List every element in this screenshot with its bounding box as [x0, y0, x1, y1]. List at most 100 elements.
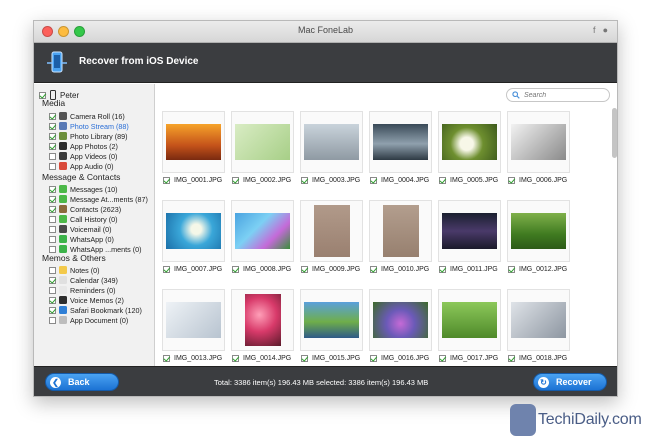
photo-thumbnail[interactable] — [369, 289, 432, 351]
item-checkbox[interactable] — [49, 152, 56, 160]
item-checkbox[interactable] — [49, 266, 56, 274]
photo-tile[interactable]: IMG_0004.JPG — [366, 111, 435, 192]
photo-checkbox[interactable] — [439, 355, 446, 362]
photo-thumbnail[interactable] — [231, 289, 294, 351]
photo-thumbnail[interactable] — [507, 289, 570, 351]
sidebar-item[interactable]: Messages (10) — [49, 184, 148, 194]
sidebar-item[interactable]: Message At...ments (87) — [49, 194, 148, 204]
photo-image — [373, 124, 428, 160]
chat-icon[interactable]: ● — [603, 25, 608, 35]
photo-checkbox[interactable] — [370, 355, 377, 362]
sidebar-item[interactable]: App Audio (0) — [49, 161, 129, 171]
photo-checkbox[interactable] — [439, 266, 446, 273]
photo-thumbnail[interactable] — [507, 200, 570, 262]
photo-tile[interactable]: IMG_0014.JPG — [228, 289, 297, 370]
recover-button[interactable]: ↻ Recover — [533, 373, 607, 391]
sidebar-item[interactable]: Calendar (349) — [49, 275, 142, 285]
vertical-scrollbar[interactable] — [612, 106, 617, 356]
photo-tile[interactable]: IMG_0011.JPG — [435, 200, 504, 281]
sidebar-item[interactable]: Notes (0) — [49, 265, 142, 275]
photo-tile[interactable]: IMG_0001.JPG — [159, 111, 228, 192]
item-checkbox[interactable] — [49, 122, 56, 130]
item-checkbox[interactable] — [49, 112, 56, 120]
photo-tile[interactable]: IMG_0003.JPG — [297, 111, 366, 192]
item-checkbox[interactable] — [49, 162, 56, 170]
item-checkbox[interactable] — [49, 316, 56, 324]
sidebar-item[interactable]: Voice Memos (2) — [49, 295, 142, 305]
photo-checkbox[interactable] — [439, 177, 446, 184]
item-checkbox[interactable] — [49, 286, 56, 294]
photo-checkbox[interactable] — [301, 355, 308, 362]
item-checkbox[interactable] — [49, 205, 56, 213]
photo-thumbnail[interactable] — [300, 200, 363, 262]
item-checkbox[interactable] — [49, 215, 56, 223]
photo-tile[interactable]: IMG_0018.JPG — [504, 289, 573, 370]
photo-thumbnail[interactable] — [162, 200, 225, 262]
photo-thumbnail[interactable] — [438, 200, 501, 262]
photo-tile[interactable]: IMG_0007.JPG — [159, 200, 228, 281]
photo-thumbnail[interactable] — [300, 289, 363, 351]
photo-tile[interactable]: IMG_0005.JPG — [435, 111, 504, 192]
photo-thumbnail[interactable] — [231, 200, 294, 262]
item-checkbox[interactable] — [49, 132, 56, 140]
photo-thumbnail[interactable] — [369, 200, 432, 262]
item-checkbox[interactable] — [49, 306, 56, 314]
photo-checkbox[interactable] — [163, 355, 170, 362]
item-checkbox[interactable] — [49, 296, 56, 304]
scrollbar-thumb[interactable] — [612, 108, 617, 158]
photo-checkbox[interactable] — [301, 177, 308, 184]
photo-tile[interactable]: IMG_0017.JPG — [435, 289, 504, 370]
back-button[interactable]: ❮ Back — [45, 373, 119, 391]
photo-tile[interactable]: IMG_0012.JPG — [504, 200, 573, 281]
photo-tile[interactable]: IMG_0016.JPG — [366, 289, 435, 370]
photo-checkbox[interactable] — [232, 177, 239, 184]
photo-checkbox[interactable] — [163, 266, 170, 273]
item-checkbox[interactable] — [49, 235, 56, 243]
photo-thumbnail[interactable] — [300, 111, 363, 173]
sidebar-item[interactable]: Voicemail (0) — [49, 224, 148, 234]
facebook-icon[interactable]: f — [593, 25, 596, 35]
sidebar-item[interactable]: Contacts (2623) — [49, 204, 148, 214]
photo-thumbnail[interactable] — [369, 111, 432, 173]
sidebar-item[interactable]: Photo Stream (88) — [49, 121, 129, 131]
sidebar-item[interactable]: Camera Roll (16) — [49, 111, 129, 121]
item-checkbox[interactable] — [49, 225, 56, 233]
photo-tile[interactable]: IMG_0015.JPG — [297, 289, 366, 370]
photo-checkbox[interactable] — [508, 266, 515, 273]
photo-checkbox[interactable] — [508, 177, 515, 184]
photo-checkbox[interactable] — [163, 177, 170, 184]
item-checkbox[interactable] — [49, 195, 56, 203]
sidebar-item[interactable]: Reminders (0) — [49, 285, 142, 295]
photo-tile[interactable]: IMG_0013.JPG — [159, 289, 228, 370]
item-checkbox[interactable] — [49, 185, 56, 193]
photo-checkbox[interactable] — [232, 355, 239, 362]
sidebar-item[interactable]: Safari Bookmark (120) — [49, 305, 142, 315]
photo-checkbox[interactable] — [508, 355, 515, 362]
photo-thumbnail[interactable] — [162, 289, 225, 351]
photo-tile[interactable]: IMG_0006.JPG — [504, 111, 573, 192]
sidebar-item[interactable]: Call History (0) — [49, 214, 148, 224]
photo-checkbox[interactable] — [370, 266, 377, 273]
photo-tile[interactable]: IMG_0009.JPG — [297, 200, 366, 281]
search-box[interactable] — [506, 88, 610, 102]
photo-thumbnail[interactable] — [507, 111, 570, 173]
sidebar-item[interactable]: Photo Library (89) — [49, 131, 129, 141]
item-checkbox[interactable] — [49, 245, 56, 253]
photo-thumbnail[interactable] — [231, 111, 294, 173]
sidebar-item[interactable]: App Document (0) — [49, 315, 142, 325]
photo-tile[interactable]: IMG_0002.JPG — [228, 111, 297, 192]
photo-thumbnail[interactable] — [162, 111, 225, 173]
sidebar-item[interactable]: App Photos (2) — [49, 141, 129, 151]
item-checkbox[interactable] — [49, 276, 56, 284]
photo-checkbox[interactable] — [370, 177, 377, 184]
photo-tile[interactable]: IMG_0008.JPG — [228, 200, 297, 281]
photo-checkbox[interactable] — [301, 266, 308, 273]
search-input[interactable] — [524, 91, 604, 99]
sidebar-item[interactable]: App Videos (0) — [49, 151, 129, 161]
photo-checkbox[interactable] — [232, 266, 239, 273]
item-checkbox[interactable] — [49, 142, 56, 150]
sidebar-item[interactable]: WhatsApp (0) — [49, 234, 148, 244]
photo-tile[interactable]: IMG_0010.JPG — [366, 200, 435, 281]
photo-thumbnail[interactable] — [438, 289, 501, 351]
photo-thumbnail[interactable] — [438, 111, 501, 173]
